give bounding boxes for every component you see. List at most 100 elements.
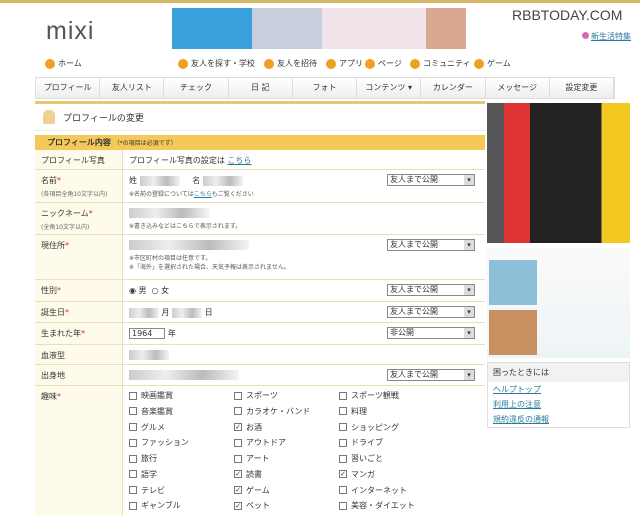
checkbox-icon[interactable]	[234, 454, 242, 463]
nav-games[interactable]: ゲーム	[474, 58, 511, 69]
checkbox-icon[interactable]	[339, 501, 347, 510]
checkbox-icon[interactable]	[129, 391, 137, 400]
birthplace-select[interactable]	[129, 370, 239, 380]
checkbox-icon[interactable]	[339, 391, 347, 400]
hobby-checkbox[interactable]: スポーツ	[234, 390, 339, 401]
hobby-checkbox[interactable]: グルメ	[129, 422, 234, 433]
hobby-checkbox[interactable]: 旅行	[129, 453, 234, 464]
tab-settings[interactable]: 設定変更	[550, 78, 614, 98]
nav-home[interactable]: ホーム	[45, 58, 82, 69]
checkbox-icon[interactable]	[339, 423, 347, 431]
hobby-label: スポーツ観戦	[351, 391, 399, 400]
tab-contents[interactable]: コンテンツ ▾	[357, 78, 422, 98]
hobby-checkbox[interactable]: ✓ ペット	[234, 500, 339, 511]
checkbox-icon[interactable]	[339, 454, 347, 463]
tab-check[interactable]: チェック	[164, 78, 229, 98]
nav-label: ページ	[378, 59, 402, 68]
usage-notes-link[interactable]: 利用上の注意	[488, 397, 629, 412]
birth-month-select[interactable]	[129, 307, 159, 318]
hobby-checkbox[interactable]: スポーツ観戦	[339, 390, 444, 401]
tab-profile[interactable]: プロフィール	[36, 78, 101, 98]
feature-link[interactable]: 新生活特集	[582, 31, 631, 42]
hobby-checkbox[interactable]: テレビ	[129, 485, 234, 496]
birthyear-privacy-select[interactable]: 非公開	[387, 327, 475, 339]
ad-banner[interactable]	[172, 8, 466, 49]
address-select[interactable]	[129, 240, 249, 250]
hobby-checkbox[interactable]: 語学	[129, 469, 234, 480]
gender-privacy-select[interactable]: 友人まで公開	[387, 284, 475, 296]
hobby-checkbox[interactable]: カラオケ・バンド	[234, 406, 339, 417]
sidebar-promos[interactable]	[487, 248, 630, 358]
report-violation-link[interactable]: 規約違反の通報	[488, 412, 629, 427]
blood-type-select[interactable]	[129, 350, 169, 360]
checkbox-icon[interactable]	[234, 407, 242, 416]
search-icon	[178, 58, 188, 69]
nav-pages[interactable]: ページ	[365, 58, 402, 69]
nav-community[interactable]: コミュニティ	[410, 58, 471, 69]
hobby-checkbox[interactable]: 音楽鑑賞	[129, 406, 234, 417]
hobby-checkbox[interactable]: ✓ 読書	[234, 469, 339, 480]
hobby-checkbox[interactable]: アート	[234, 453, 339, 464]
surname-input[interactable]	[139, 175, 180, 186]
checkbox-icon[interactable]: ✓	[234, 486, 242, 494]
checkbox-icon[interactable]	[129, 438, 137, 447]
birth-year-select[interactable]: 1964	[129, 328, 166, 339]
checkbox-icon[interactable]	[129, 486, 137, 494]
hobby-label: 語学	[141, 469, 157, 479]
nickname-input[interactable]	[129, 208, 209, 218]
name-note-link[interactable]: こちら	[194, 191, 212, 198]
checkbox-icon[interactable]	[234, 391, 242, 400]
hobby-checkbox[interactable]: ✓ お酒	[234, 422, 339, 433]
checkbox-icon[interactable]: ✓	[234, 423, 242, 431]
checkbox-icon[interactable]	[129, 423, 137, 431]
hobby-checkbox[interactable]: 美容・ダイエット	[339, 500, 444, 511]
checkbox-icon[interactable]	[339, 407, 347, 416]
name-privacy-select[interactable]: 友人まで公開	[387, 174, 475, 186]
birth-day-select[interactable]	[172, 307, 203, 318]
hobby-checkbox[interactable]: ✓ マンガ	[339, 469, 444, 480]
checkbox-icon[interactable]	[129, 454, 137, 463]
nav-invite[interactable]: 友人を招待	[264, 58, 317, 69]
hobby-checkbox[interactable]: ショッピング	[339, 422, 444, 433]
help-box: 困ったときには ヘルプトップ 利用上の注意 規約違反の通報	[487, 362, 630, 428]
checkbox-icon[interactable]	[234, 438, 242, 447]
hobby-checkbox[interactable]: ギャンブル	[129, 500, 234, 511]
hobby-checkbox[interactable]: ✓ ゲーム	[234, 485, 339, 496]
checkbox-icon[interactable]: ✓	[234, 501, 242, 510]
checkbox-icon[interactable]	[129, 470, 137, 479]
tab-messages[interactable]: メッセージ	[486, 78, 550, 98]
address-note-2: ※「海外」を選択された場合、天気予報は表示されません。	[129, 264, 290, 271]
hobby-label: マンガ	[351, 469, 375, 479]
photo-link[interactable]: こちら	[227, 156, 251, 165]
birthplace-privacy-select[interactable]: 友人まで公開	[387, 369, 475, 381]
radio-female[interactable]: ○	[152, 286, 159, 295]
hobby-checkbox[interactable]: ファッション	[129, 437, 234, 448]
checkbox-icon[interactable]	[129, 407, 137, 416]
main-tabs: プロフィール 友人リスト チェック 日 記 フォト コンテンツ ▾ カレンダー …	[35, 77, 615, 99]
given-name-input[interactable]	[202, 175, 243, 186]
birthday-privacy-select[interactable]: 友人まで公開	[387, 306, 475, 318]
checkbox-icon[interactable]	[339, 438, 347, 447]
sidebar-ad[interactable]	[487, 103, 630, 243]
hobby-checkbox[interactable]: インターネット	[339, 485, 444, 496]
checkbox-icon[interactable]: ✓	[234, 470, 242, 479]
tab-photo[interactable]: フォト	[293, 78, 358, 98]
radio-male[interactable]: ◉	[129, 286, 136, 295]
checkbox-icon[interactable]	[339, 486, 347, 494]
hobby-checkbox[interactable]: アウトドア	[234, 437, 339, 448]
hobby-checkbox[interactable]: 習いごと	[339, 453, 444, 464]
hobby-checkbox[interactable]: 映画鑑賞	[129, 390, 234, 401]
tab-diary[interactable]: 日 記	[229, 78, 293, 98]
hobby-checkbox[interactable]: 料理	[339, 406, 444, 417]
tab-calendar[interactable]: カレンダー	[421, 78, 486, 98]
nav-find-friends[interactable]: 友人を探す・学校	[178, 58, 255, 69]
help-top-link[interactable]: ヘルプトップ	[488, 382, 629, 397]
nav-apps[interactable]: アプリ	[326, 58, 363, 69]
address-privacy-select[interactable]: 友人まで公開	[387, 239, 475, 251]
checkbox-icon[interactable]: ✓	[339, 470, 347, 479]
tab-friends[interactable]: 友人リスト	[100, 78, 165, 98]
hobby-checkbox[interactable]: ドライブ	[339, 437, 444, 448]
checkbox-icon[interactable]	[129, 501, 137, 510]
nav-label: コミュニティ	[423, 59, 471, 68]
mixi-logo[interactable]: mixi	[46, 17, 94, 46]
